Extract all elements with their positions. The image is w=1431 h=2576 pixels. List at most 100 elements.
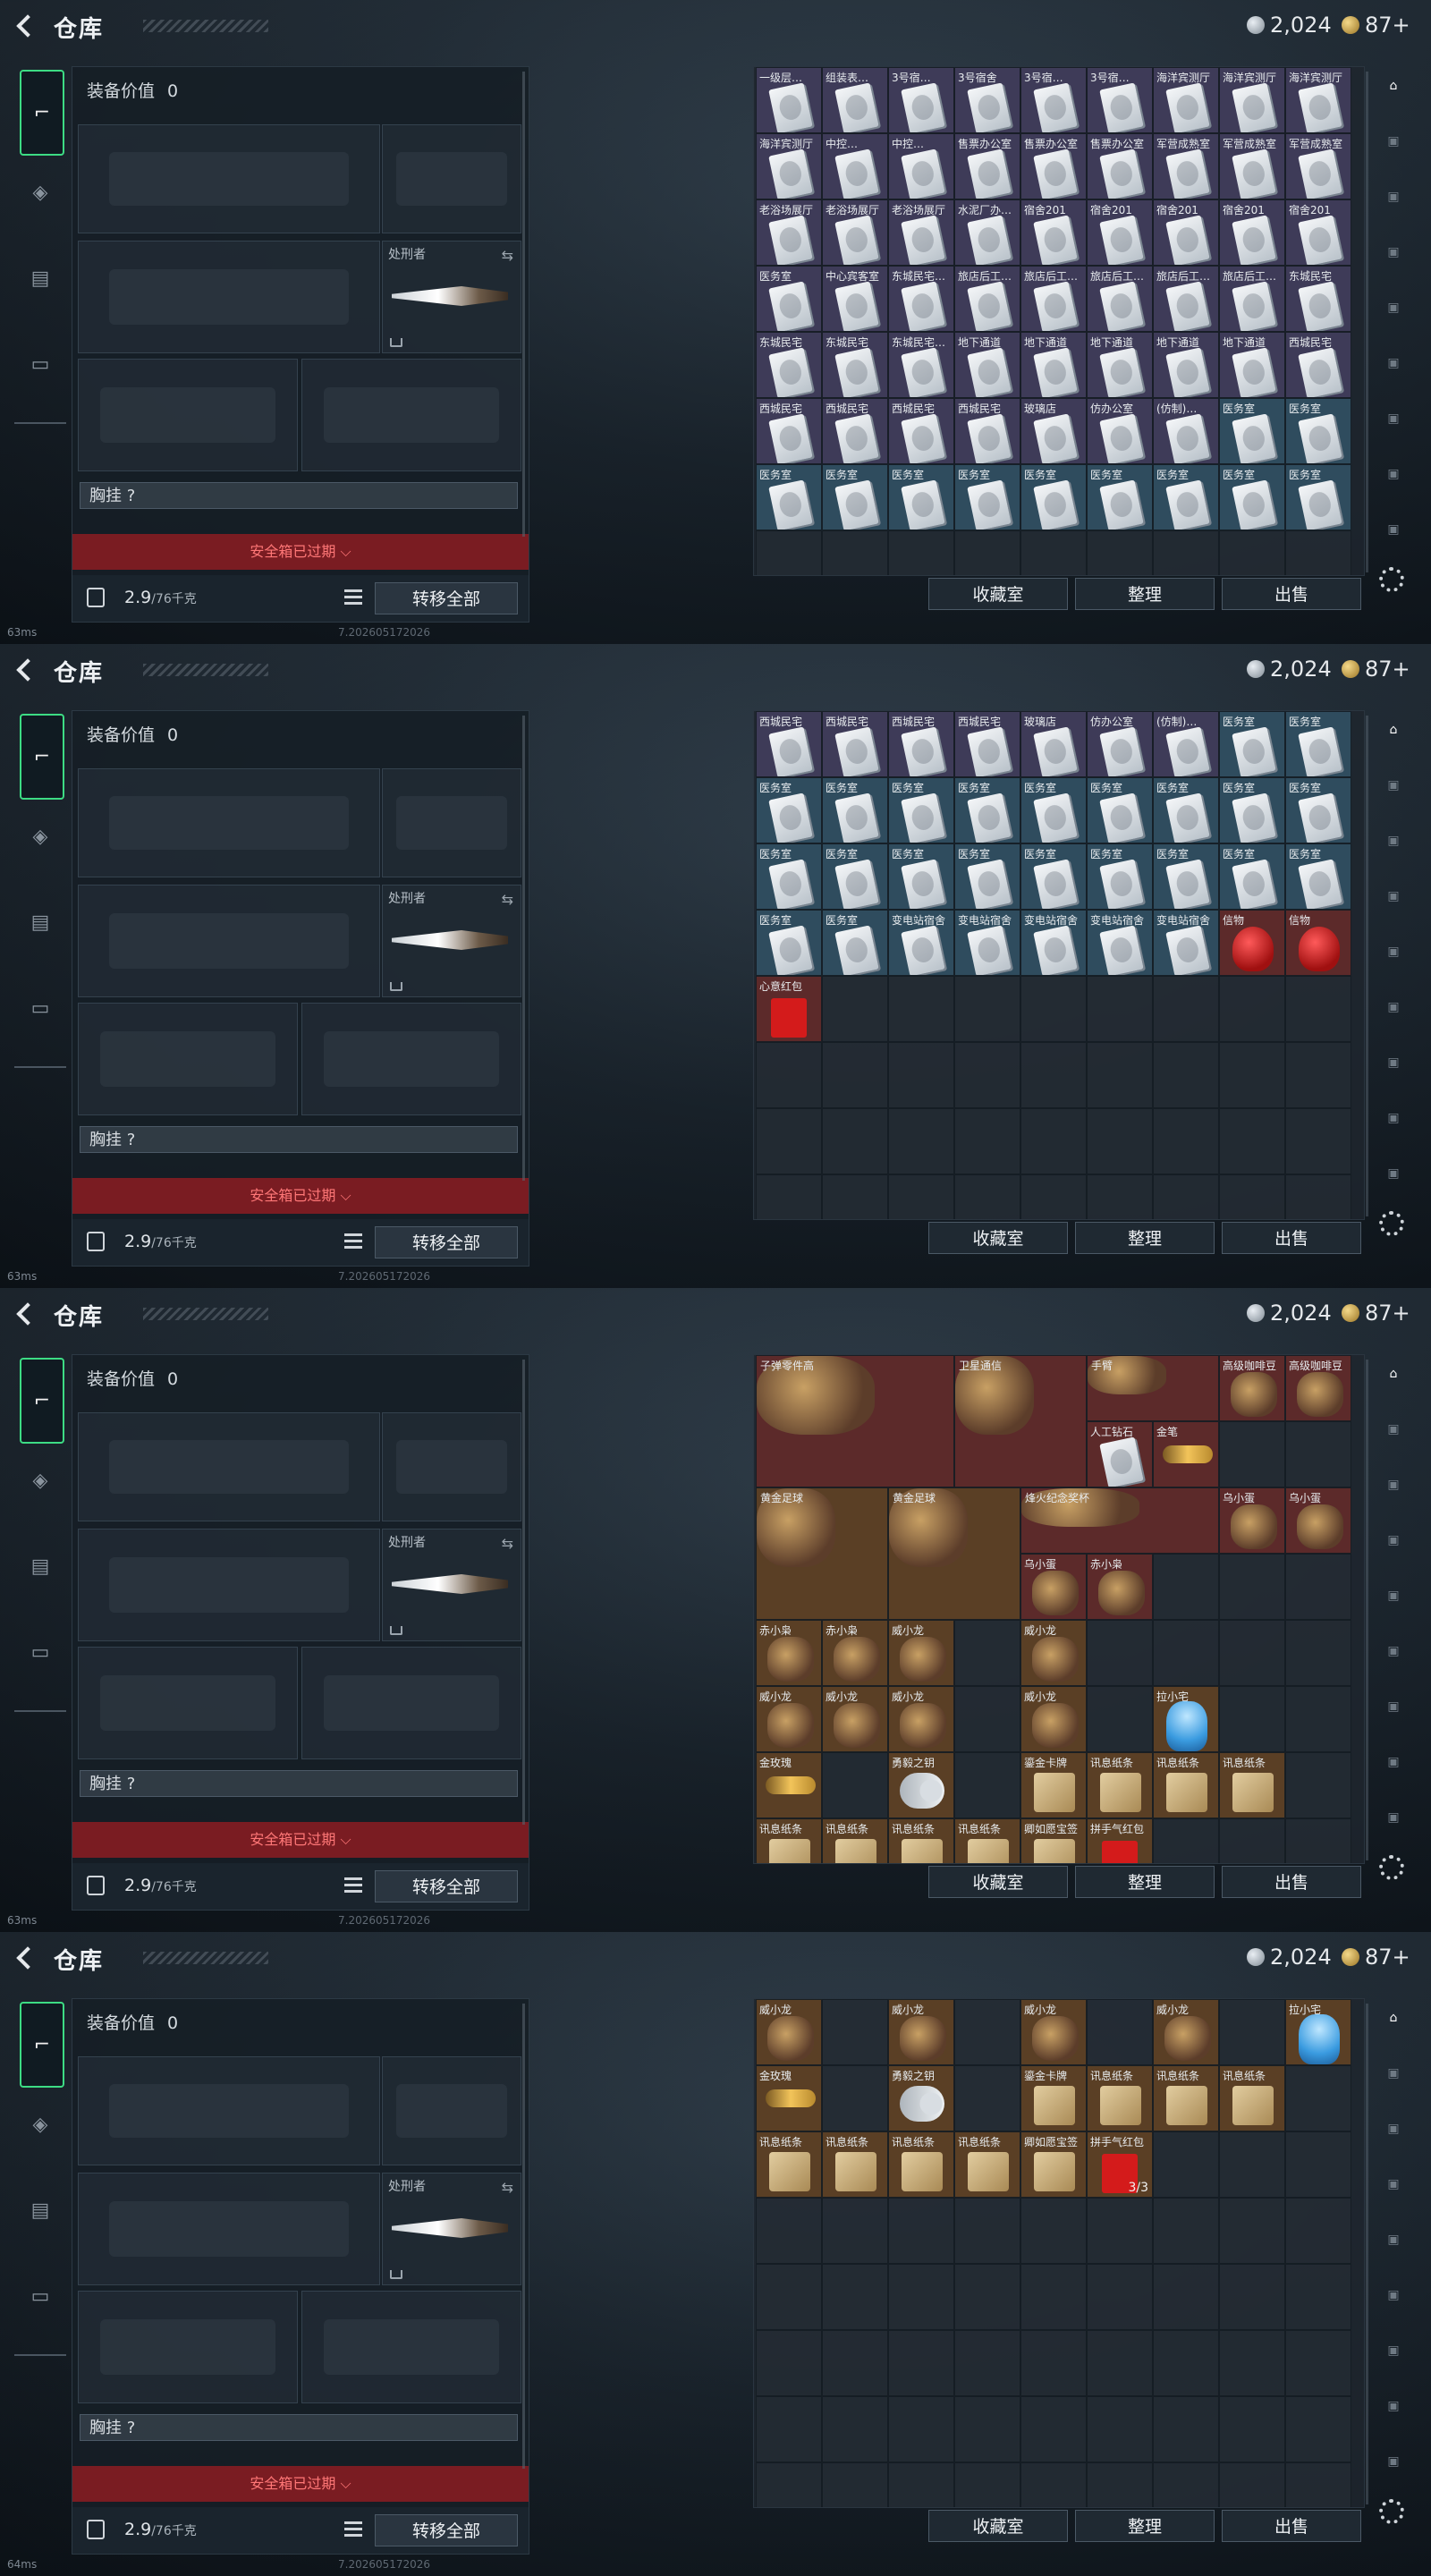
grid-scrollbar[interactable] <box>1366 716 1368 1216</box>
back-arrow-icon[interactable] <box>13 657 39 683</box>
nav-briefcase-icon[interactable]: ▭ <box>20 1631 61 1673</box>
inventory-item[interactable]: 鎏金卡牌 <box>1020 1752 1087 1818</box>
empty-cell[interactable] <box>822 976 888 1042</box>
sell-button[interactable]: 出售 <box>1222 578 1361 610</box>
empty-cell[interactable] <box>1285 1686 1351 1752</box>
empty-cell[interactable] <box>1087 1999 1153 2065</box>
swap-icon[interactable]: ⇆ <box>502 1535 513 1552</box>
item-large[interactable]: 黄金足球 <box>756 1487 888 1620</box>
left-scrollbar[interactable] <box>522 1360 525 1825</box>
helmet-slot[interactable] <box>78 2291 298 2403</box>
empty-cell[interactable] <box>1153 2198 1219 2264</box>
collection-room-button[interactable]: 收藏室 <box>928 1222 1068 1254</box>
empty-cell[interactable] <box>888 2462 954 2507</box>
inventory-item[interactable]: 威小龙 <box>888 1620 954 1686</box>
item-large[interactable]: 子弹零件高 <box>756 1355 954 1487</box>
inventory-item[interactable]: 心意红包 <box>756 976 822 1042</box>
safebox-expired-banner[interactable]: 安全箱已过期 ⌵ <box>72 534 529 570</box>
home-container-icon[interactable]: ⌂ <box>1377 70 1410 102</box>
safebox-expired-banner[interactable]: 安全箱已过期 ⌵ <box>72 1178 529 1214</box>
inventory-item[interactable]: 军营成熟室 <box>1219 133 1285 199</box>
empty-cell[interactable] <box>1020 2462 1087 2507</box>
empty-cell[interactable] <box>756 2462 822 2507</box>
inventory-item[interactable]: 地下通道 <box>1020 332 1087 398</box>
container-tab-icon[interactable]: ▣ <box>1377 1413 1410 1445</box>
home-container-icon[interactable]: ⌂ <box>1377 2002 1410 2034</box>
inventory-item[interactable]: 卿如愿宝签 <box>1020 1818 1087 1863</box>
sort-button[interactable]: 整理 <box>1075 1222 1215 1254</box>
inventory-item[interactable]: 讯息纸条 <box>1153 2065 1219 2131</box>
nav-helmet-icon[interactable]: ◈ <box>20 2104 61 2145</box>
container-tab-icon[interactable]: ▣ <box>1377 2113 1410 2145</box>
inventory-item[interactable]: 旅店后工… <box>1087 266 1153 332</box>
back-arrow-icon[interactable] <box>13 13 39 39</box>
inventory-item[interactable]: 勇毅之钥 <box>888 2065 954 2131</box>
inventory-item[interactable]: 医务室 <box>1153 777 1219 843</box>
inventory-item[interactable]: 医务室 <box>954 464 1020 530</box>
inventory-item[interactable]: 讯息纸条 <box>1219 1752 1285 1818</box>
empty-cell[interactable] <box>1285 1554 1351 1620</box>
empty-cell[interactable] <box>756 2330 822 2396</box>
container-tab-icon[interactable]: ▣ <box>1377 2334 1410 2367</box>
safebox-expired-banner[interactable]: 安全箱已过期 ⌵ <box>72 2466 529 2502</box>
item-large[interactable]: 黄金足球 <box>888 1487 1020 1620</box>
inventory-item[interactable]: 3号宿… <box>1020 67 1087 133</box>
container-tab-icon[interactable]: ▣ <box>1377 2057 1410 2089</box>
inventory-item[interactable]: 医务室 <box>954 843 1020 910</box>
sidearm-slot[interactable] <box>382 768 521 877</box>
inventory-item[interactable]: 医务室 <box>888 843 954 910</box>
inventory-item[interactable]: 讯息纸条 <box>954 2131 1020 2198</box>
empty-cell[interactable] <box>1087 1042 1153 1108</box>
inventory-item[interactable]: 医务室 <box>756 910 822 976</box>
inventory-item[interactable]: 医务室 <box>756 266 822 332</box>
inventory-item[interactable]: 拉小宅 <box>1153 1686 1219 1752</box>
empty-cell[interactable] <box>1153 2330 1219 2396</box>
inventory-item[interactable]: 讯息纸条 <box>822 1818 888 1863</box>
empty-cell[interactable] <box>1020 976 1087 1042</box>
empty-cell[interactable] <box>1087 2462 1153 2507</box>
container-tab-icon[interactable]: ▣ <box>1377 1690 1410 1723</box>
empty-cell[interactable] <box>1219 1042 1285 1108</box>
inventory-item[interactable]: 威小龙 <box>1020 1686 1087 1752</box>
sort-button[interactable]: 整理 <box>1075 2510 1215 2542</box>
inventory-item[interactable]: 医务室 <box>1219 843 1285 910</box>
helmet-slot[interactable] <box>78 1003 298 1115</box>
container-tab-icon[interactable]: ▣ <box>1377 1524 1410 1556</box>
grid-scrollbar[interactable] <box>1366 1360 1368 1860</box>
inventory-item[interactable]: 讯息纸条 <box>888 1818 954 1863</box>
inventory-item[interactable]: 医务室 <box>1087 464 1153 530</box>
empty-cell[interactable] <box>1285 1174 1351 1219</box>
empty-cell[interactable] <box>954 2330 1020 2396</box>
chest-rig-slot[interactable]: 胸挂 ? <box>80 482 518 509</box>
inventory-item[interactable]: 讯息纸条 <box>756 1818 822 1863</box>
inventory-item[interactable]: 西城民宅 <box>888 398 954 464</box>
home-container-icon[interactable]: ⌂ <box>1377 714 1410 746</box>
gold-currency[interactable]: 87+ <box>1342 13 1410 38</box>
armor-slot[interactable] <box>301 359 521 471</box>
container-tab-icon[interactable]: ▣ <box>1377 2390 1410 2422</box>
empty-cell[interactable] <box>1285 2065 1351 2131</box>
inventory-item[interactable]: 地下通道 <box>1087 332 1153 398</box>
empty-cell[interactable] <box>1153 1554 1219 1620</box>
empty-cell[interactable] <box>888 2396 954 2462</box>
empty-cell[interactable] <box>1153 1108 1219 1174</box>
empty-cell[interactable] <box>1087 976 1153 1042</box>
empty-cell[interactable] <box>1219 2462 1285 2507</box>
empty-cell[interactable] <box>954 1999 1020 2065</box>
inventory-item[interactable]: 宿舍201 <box>1087 199 1153 266</box>
secondary-weapon-slot[interactable] <box>78 1529 380 1641</box>
empty-cell[interactable] <box>1219 1174 1285 1219</box>
inventory-item[interactable]: 地下通道 <box>1153 332 1219 398</box>
inventory-item[interactable]: 讯息纸条 <box>1219 2065 1285 2131</box>
inventory-item[interactable]: 威小龙 <box>756 1686 822 1752</box>
list-icon[interactable] <box>344 2521 362 2538</box>
inventory-item[interactable]: 军营成熟室 <box>1153 133 1219 199</box>
inventory-item[interactable]: 售票办公室 <box>1020 133 1087 199</box>
empty-cell[interactable] <box>1087 2330 1153 2396</box>
empty-cell[interactable] <box>1020 2330 1087 2396</box>
inventory-item[interactable]: 3号宿… <box>888 67 954 133</box>
inventory-item[interactable]: 海洋宾测厅 <box>1285 67 1351 133</box>
empty-cell[interactable] <box>822 530 888 575</box>
empty-cell[interactable] <box>756 1174 822 1219</box>
inventory-item[interactable]: 老浴场展厅 <box>822 199 888 266</box>
